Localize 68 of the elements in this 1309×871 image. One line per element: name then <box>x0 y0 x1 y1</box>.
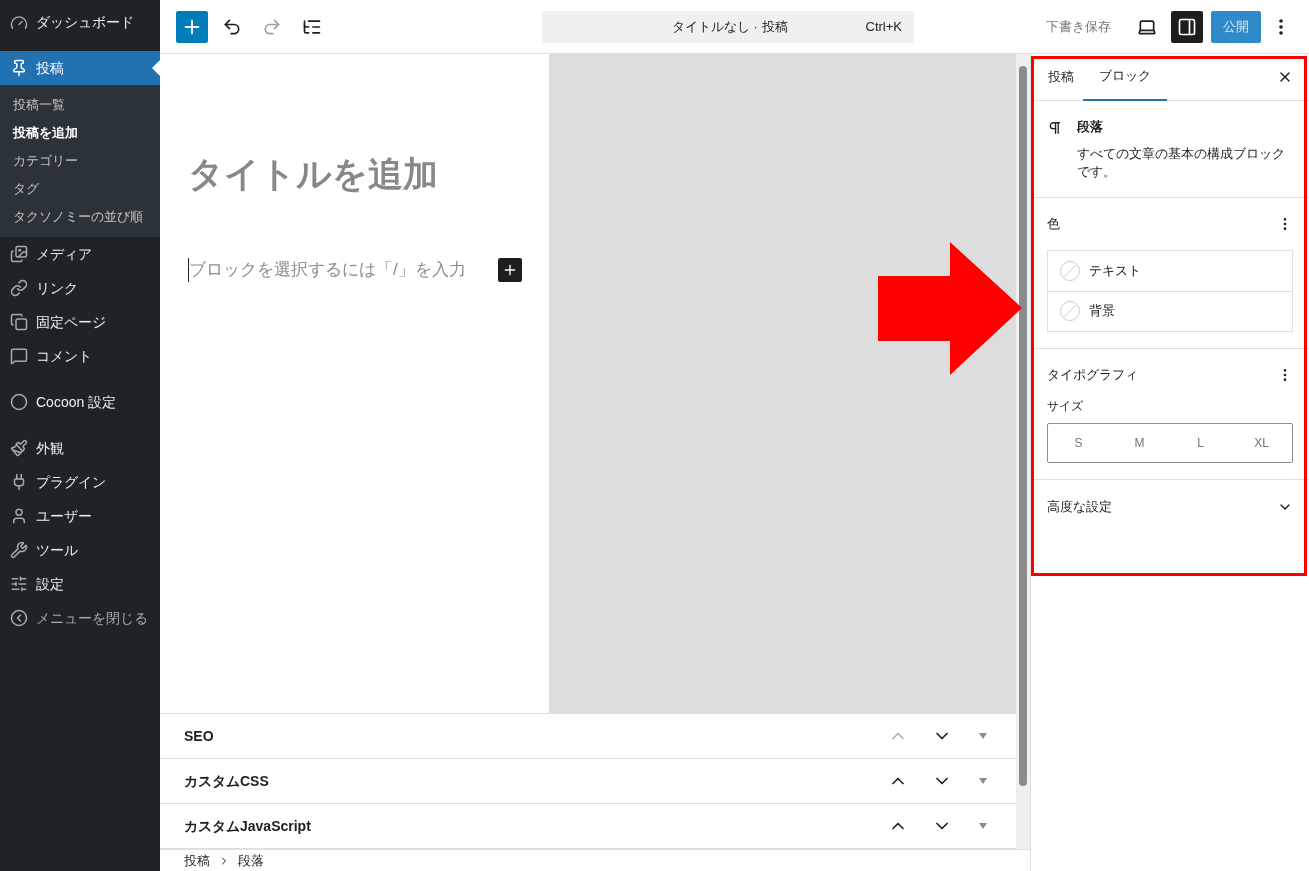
paragraph-field[interactable]: ブロックを選択するには「/」を入力 <box>188 257 466 282</box>
panel-tab[interactable]: 投稿 <box>1039 53 1083 101</box>
section-title: 色 <box>1047 214 1061 233</box>
menu-item[interactable]: 投稿 <box>0 51 160 85</box>
meta-box-header[interactable]: SEO <box>160 714 1016 759</box>
submenu-item[interactable]: タグ <box>0 175 160 203</box>
menu-item[interactable]: ダッシュボード <box>0 0 160 45</box>
size-option[interactable]: M <box>1109 423 1170 462</box>
pilcrow-icon <box>1047 119 1063 137</box>
menu-item[interactable]: 設定 <box>0 567 160 601</box>
sliders-icon <box>10 575 28 593</box>
gauge-icon <box>10 13 28 32</box>
size-option[interactable]: L <box>1170 423 1231 462</box>
images-icon <box>10 245 28 263</box>
menu-item[interactable]: メディア <box>0 237 160 271</box>
menu-item[interactable]: ユーザー <box>0 499 160 533</box>
meta-box-header[interactable]: カスタムCSS <box>160 759 1016 804</box>
breadcrumb-link[interactable]: 投稿 <box>184 852 210 869</box>
redo-icon <box>262 16 282 37</box>
title-placeholder[interactable]: タイトルを追加 <box>188 152 549 196</box>
block-name: 段落 <box>1076 118 1104 136</box>
circle-icon <box>10 393 28 411</box>
menu-item[interactable]: リンク <box>0 271 160 305</box>
settings-toggle-button[interactable] <box>1171 10 1203 43</box>
submenu-item[interactable]: 投稿を追加 <box>0 119 160 147</box>
undo-icon <box>222 16 242 37</box>
user-icon <box>10 507 28 525</box>
size-option[interactable]: S <box>1048 423 1109 462</box>
advanced-section-header[interactable]: 高度な設定 <box>1031 479 1309 534</box>
size-option[interactable]: XL <box>1231 423 1292 462</box>
add-block-button[interactable] <box>176 10 208 43</box>
command-bar[interactable]: タイトルなし · 投稿 Ctrl+K <box>542 10 914 43</box>
menu-item[interactable]: コメント <box>0 339 160 373</box>
empty-swatch-icon <box>1060 260 1080 281</box>
breadcrumb-link[interactable]: 段落 <box>238 852 264 869</box>
menu-item[interactable]: 外観 <box>0 431 160 465</box>
color-item[interactable]: テキスト <box>1048 250 1292 291</box>
pin-icon <box>10 59 28 77</box>
submenu-item[interactable]: 投稿一覧 <box>0 91 160 119</box>
save-draft-button[interactable]: 下書き保存 <box>1042 16 1115 37</box>
menu-item[interactable]: 固定ページ <box>0 305 160 339</box>
block-description: すべての文章の基本の構成ブロックです。 <box>1076 144 1286 181</box>
more-options-icon <box>1279 18 1283 35</box>
toggle-triangle-icon[interactable] <box>978 822 988 830</box>
sidebar-panel-icon <box>1177 16 1197 37</box>
paintbrush-icon <box>10 439 28 457</box>
menu-item[interactable]: プラグイン <box>0 465 160 499</box>
scrollbar[interactable] <box>1016 54 1030 849</box>
menu-item[interactable]: Cocoon 設定 <box>0 385 160 419</box>
link-icon <box>10 279 28 297</box>
document-title: タイトルなし · 投稿 <box>670 17 789 36</box>
shortcut-hint: Ctrl+K <box>865 17 902 36</box>
collapse-menu-button[interactable]: メニューを閉じる <box>0 601 160 635</box>
submenu-item[interactable]: タクソノミーの並び順 <box>0 203 160 231</box>
speech-bubble-icon <box>10 347 28 365</box>
menu-item[interactable]: ツール <box>0 533 160 567</box>
wrench-icon <box>10 541 28 559</box>
panel-tab[interactable]: ブロック <box>1083 53 1167 101</box>
color-item[interactable]: 背景 <box>1048 290 1292 331</box>
inserter-button[interactable] <box>497 257 522 282</box>
submenu-item[interactable]: カテゴリー <box>0 147 160 175</box>
empty-swatch-icon <box>1060 301 1080 321</box>
size-label: サイズ <box>1047 397 1084 415</box>
pages-icon <box>10 313 28 331</box>
collapse-icon <box>10 609 28 627</box>
toggle-triangle-icon[interactable] <box>978 777 988 785</box>
section-title: タイポグラフィ <box>1047 365 1139 384</box>
toggle-triangle-icon[interactable] <box>978 732 988 740</box>
